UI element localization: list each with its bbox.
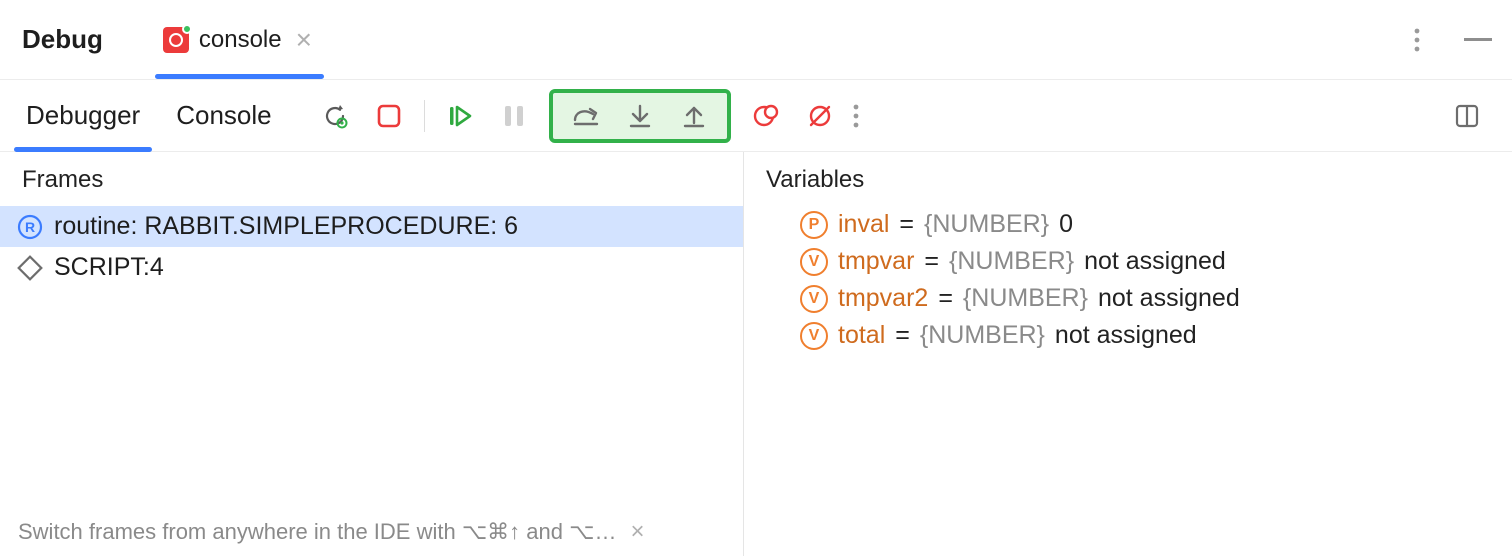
- variable-row[interactable]: P inval = {NUMBER} 0: [744, 206, 1512, 243]
- script-icon: [16, 254, 44, 282]
- toolbar-more-icon[interactable]: [853, 104, 885, 128]
- run-config-icon: [163, 27, 189, 53]
- step-buttons-highlight: [549, 89, 731, 143]
- frames-panel: Frames R routine: RABBIT.SIMPLEPROCEDURE…: [0, 152, 744, 556]
- subtab-debugger[interactable]: Debugger: [26, 80, 140, 151]
- step-out-button[interactable]: [675, 97, 713, 135]
- pause-button[interactable]: [495, 97, 533, 135]
- routine-icon: R: [16, 213, 44, 241]
- hint-bar: Switch frames from anywhere in the IDE w…: [18, 516, 729, 548]
- var-badge-icon: V: [800, 322, 828, 350]
- run-tab-label: console: [199, 26, 282, 54]
- variables-panel-title: Variables: [744, 152, 1512, 206]
- variable-row[interactable]: V tmpvar2 = {NUMBER} not assigned: [744, 280, 1512, 317]
- variable-type: {NUMBER}: [949, 247, 1074, 276]
- hint-text: Switch frames from anywhere in the IDE w…: [18, 519, 616, 545]
- equals-sign: =: [899, 210, 914, 239]
- run-tab-console[interactable]: console ×: [163, 0, 316, 79]
- frame-label: SCRIPT:4: [54, 253, 164, 282]
- param-badge-icon: P: [800, 211, 828, 239]
- close-tab-icon[interactable]: ×: [292, 22, 316, 58]
- frame-row[interactable]: SCRIPT:4: [0, 247, 743, 288]
- mute-breakpoints-button[interactable]: [801, 97, 839, 135]
- close-hint-icon[interactable]: ×: [626, 516, 648, 548]
- variable-value: not assigned: [1084, 247, 1226, 276]
- equals-sign: =: [895, 321, 910, 350]
- variable-row[interactable]: V total = {NUMBER} not assigned: [744, 317, 1512, 354]
- frame-label: routine: RABBIT.SIMPLEPROCEDURE: 6: [54, 212, 518, 241]
- variable-name: tmpvar: [838, 247, 914, 276]
- variable-type: {NUMBER}: [963, 284, 1088, 313]
- subtab-console[interactable]: Console: [176, 80, 271, 151]
- variable-value: not assigned: [1055, 321, 1197, 350]
- var-badge-icon: V: [800, 285, 828, 313]
- frame-row[interactable]: R routine: RABBIT.SIMPLEPROCEDURE: 6: [0, 206, 743, 247]
- rerun-button[interactable]: [316, 97, 354, 135]
- equals-sign: =: [924, 247, 939, 276]
- variable-type: {NUMBER}: [920, 321, 1045, 350]
- more-icon[interactable]: [1414, 28, 1446, 52]
- frames-panel-title: Frames: [0, 152, 743, 206]
- variable-row[interactable]: V tmpvar = {NUMBER} not assigned: [744, 243, 1512, 280]
- toolbar-divider: [424, 100, 425, 132]
- view-breakpoints-button[interactable]: [747, 97, 785, 135]
- layout-settings-button[interactable]: [1448, 97, 1486, 135]
- variable-name: tmpvar2: [838, 284, 928, 313]
- resume-button[interactable]: [441, 97, 479, 135]
- stop-button[interactable]: [370, 97, 408, 135]
- variable-type: {NUMBER}: [924, 210, 1049, 239]
- variable-name: inval: [838, 210, 889, 239]
- step-into-button[interactable]: [621, 97, 659, 135]
- tool-window-title: Debug: [22, 24, 103, 55]
- equals-sign: =: [938, 284, 953, 313]
- variable-value: 0: [1059, 210, 1073, 239]
- minimize-icon[interactable]: [1464, 38, 1492, 41]
- variable-name: total: [838, 321, 885, 350]
- step-over-button[interactable]: [567, 97, 605, 135]
- variables-panel: Variables P inval = {NUMBER} 0 V tmpvar …: [744, 152, 1512, 556]
- svg-text:R: R: [25, 219, 35, 235]
- var-badge-icon: V: [800, 248, 828, 276]
- variable-value: not assigned: [1098, 284, 1240, 313]
